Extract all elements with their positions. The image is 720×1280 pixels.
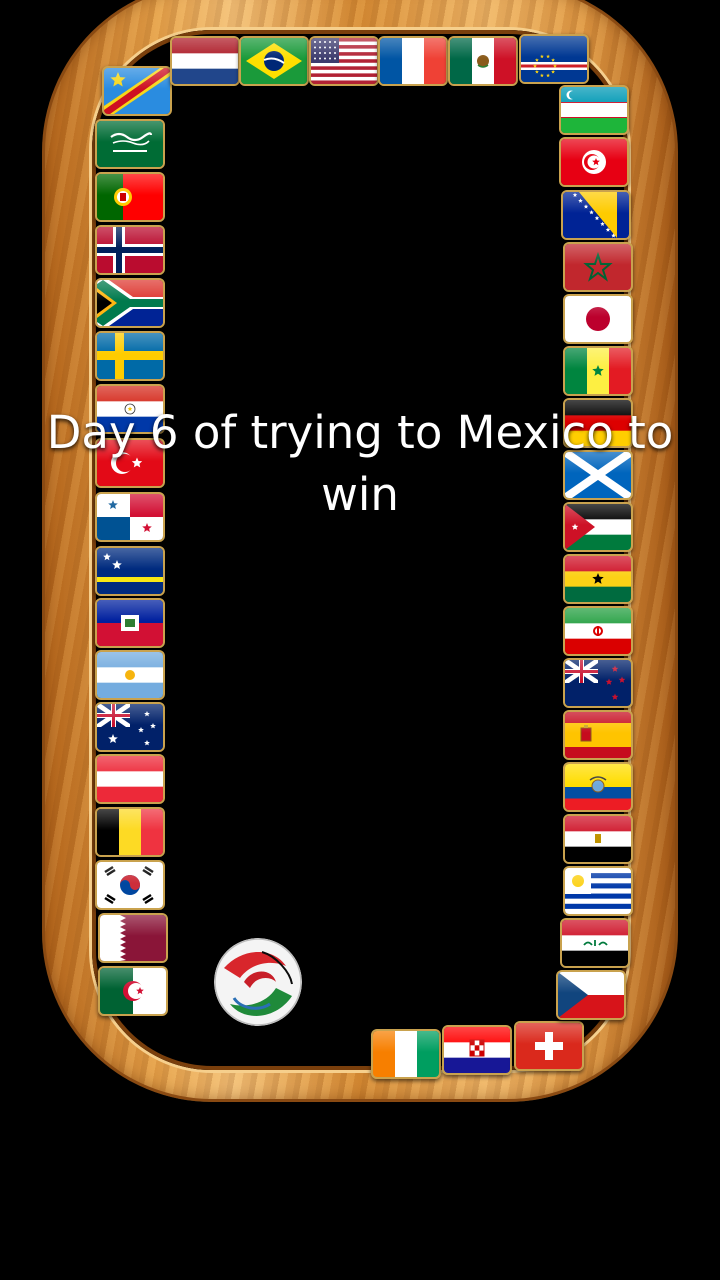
flag-croatia-icon	[442, 1025, 512, 1075]
flag-ivory-coast-icon	[371, 1029, 441, 1079]
flag-qatar-icon	[98, 913, 168, 963]
flag-iraq-icon	[560, 918, 630, 968]
flag-argentina-icon	[95, 650, 165, 700]
flag-spain-icon	[563, 710, 633, 760]
flag-mexico-icon	[448, 36, 518, 86]
flag-egypt-icon	[563, 814, 633, 864]
flag-dr-congo-icon	[102, 66, 172, 116]
flag-ghana-icon	[563, 554, 633, 604]
game-stage: Day 6 of trying to Mexico to win	[0, 0, 720, 1280]
flag-saudi-arabia-icon	[95, 119, 165, 169]
flag-sweden-icon	[95, 331, 165, 381]
flag-australia-icon	[95, 702, 165, 752]
flag-bosnia-icon	[561, 190, 631, 240]
flag-curacao-icon	[95, 546, 165, 596]
flag-france-icon	[378, 36, 448, 86]
flag-uzbekistan-icon	[559, 85, 629, 135]
flag-brazil-icon	[239, 36, 309, 86]
flag-cape-verde-icon	[519, 34, 589, 84]
flag-haiti-icon	[95, 598, 165, 648]
play-arena	[92, 30, 628, 1070]
soccer-ball-icon	[214, 938, 302, 1026]
flag-switzerland-icon	[514, 1021, 584, 1071]
video-caption: Day 6 of trying to Mexico to win	[46, 406, 674, 521]
flag-morocco-icon	[563, 242, 633, 292]
flag-norway-icon	[95, 225, 165, 275]
flag-south-korea-icon	[95, 860, 165, 910]
flag-japan-icon	[563, 294, 633, 344]
flag-netherlands-icon	[170, 36, 240, 86]
flag-tunisia-icon	[559, 137, 629, 187]
flag-belgium-icon	[95, 807, 165, 857]
flag-uruguay-icon	[563, 866, 633, 916]
flag-algeria-icon	[98, 966, 168, 1016]
flag-south-africa-icon	[95, 278, 165, 328]
flag-usa-icon	[309, 36, 379, 86]
flag-czech-republic-icon	[556, 970, 626, 1020]
flag-ecuador-icon	[563, 762, 633, 812]
flag-new-zealand-icon	[563, 658, 633, 708]
flag-austria-icon	[95, 754, 165, 804]
flag-portugal-icon	[95, 172, 165, 222]
flag-iran-icon	[563, 606, 633, 656]
flag-senegal-icon	[563, 346, 633, 396]
